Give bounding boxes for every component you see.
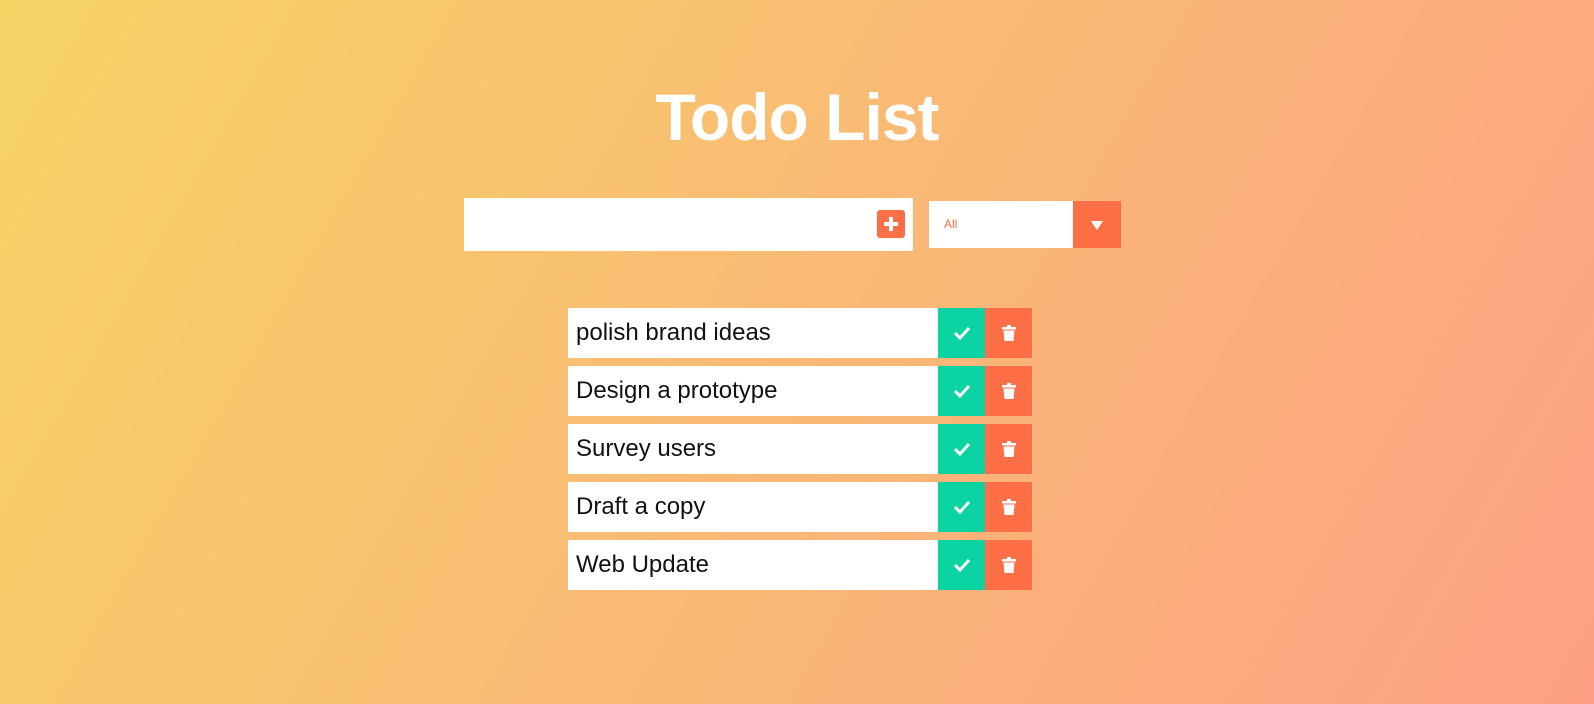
page-title: Todo List (655, 80, 939, 155)
todo-form (464, 198, 913, 251)
delete-button[interactable] (985, 366, 1032, 416)
trash-icon (1001, 383, 1016, 399)
check-icon (953, 500, 970, 514)
todo-list: polish brand ideas Design a prototype Su… (568, 308, 1032, 598)
trash-icon (1001, 499, 1016, 515)
caret-down-icon (1091, 220, 1103, 230)
filter-select[interactable]: All (929, 201, 1121, 248)
complete-button[interactable] (938, 308, 985, 358)
complete-button[interactable] (938, 540, 985, 590)
todo-text: polish brand ideas (568, 308, 938, 358)
todo-text: Survey users (568, 424, 938, 474)
todo-item: polish brand ideas (568, 308, 1032, 358)
check-icon (953, 442, 970, 456)
add-todo-button[interactable] (877, 210, 905, 238)
trash-icon (1001, 441, 1016, 457)
check-icon (953, 326, 970, 340)
todo-input[interactable] (464, 198, 864, 251)
todo-item: Design a prototype (568, 366, 1032, 416)
check-icon (953, 384, 970, 398)
check-icon (953, 558, 970, 572)
todo-text: Draft a copy (568, 482, 938, 532)
todo-text: Web Update (568, 540, 938, 590)
todo-item: Draft a copy (568, 482, 1032, 532)
delete-button[interactable] (985, 482, 1032, 532)
delete-button[interactable] (985, 540, 1032, 590)
plus-icon (884, 217, 898, 231)
trash-icon (1001, 557, 1016, 573)
complete-button[interactable] (938, 366, 985, 416)
filter-dropdown-button[interactable] (1073, 201, 1121, 248)
complete-button[interactable] (938, 482, 985, 532)
trash-icon (1001, 325, 1016, 341)
filter-selected-value: All (944, 217, 958, 231)
todo-text: Design a prototype (568, 366, 938, 416)
todo-item: Web Update (568, 540, 1032, 590)
delete-button[interactable] (985, 424, 1032, 474)
delete-button[interactable] (985, 308, 1032, 358)
complete-button[interactable] (938, 424, 985, 474)
todo-item: Survey users (568, 424, 1032, 474)
